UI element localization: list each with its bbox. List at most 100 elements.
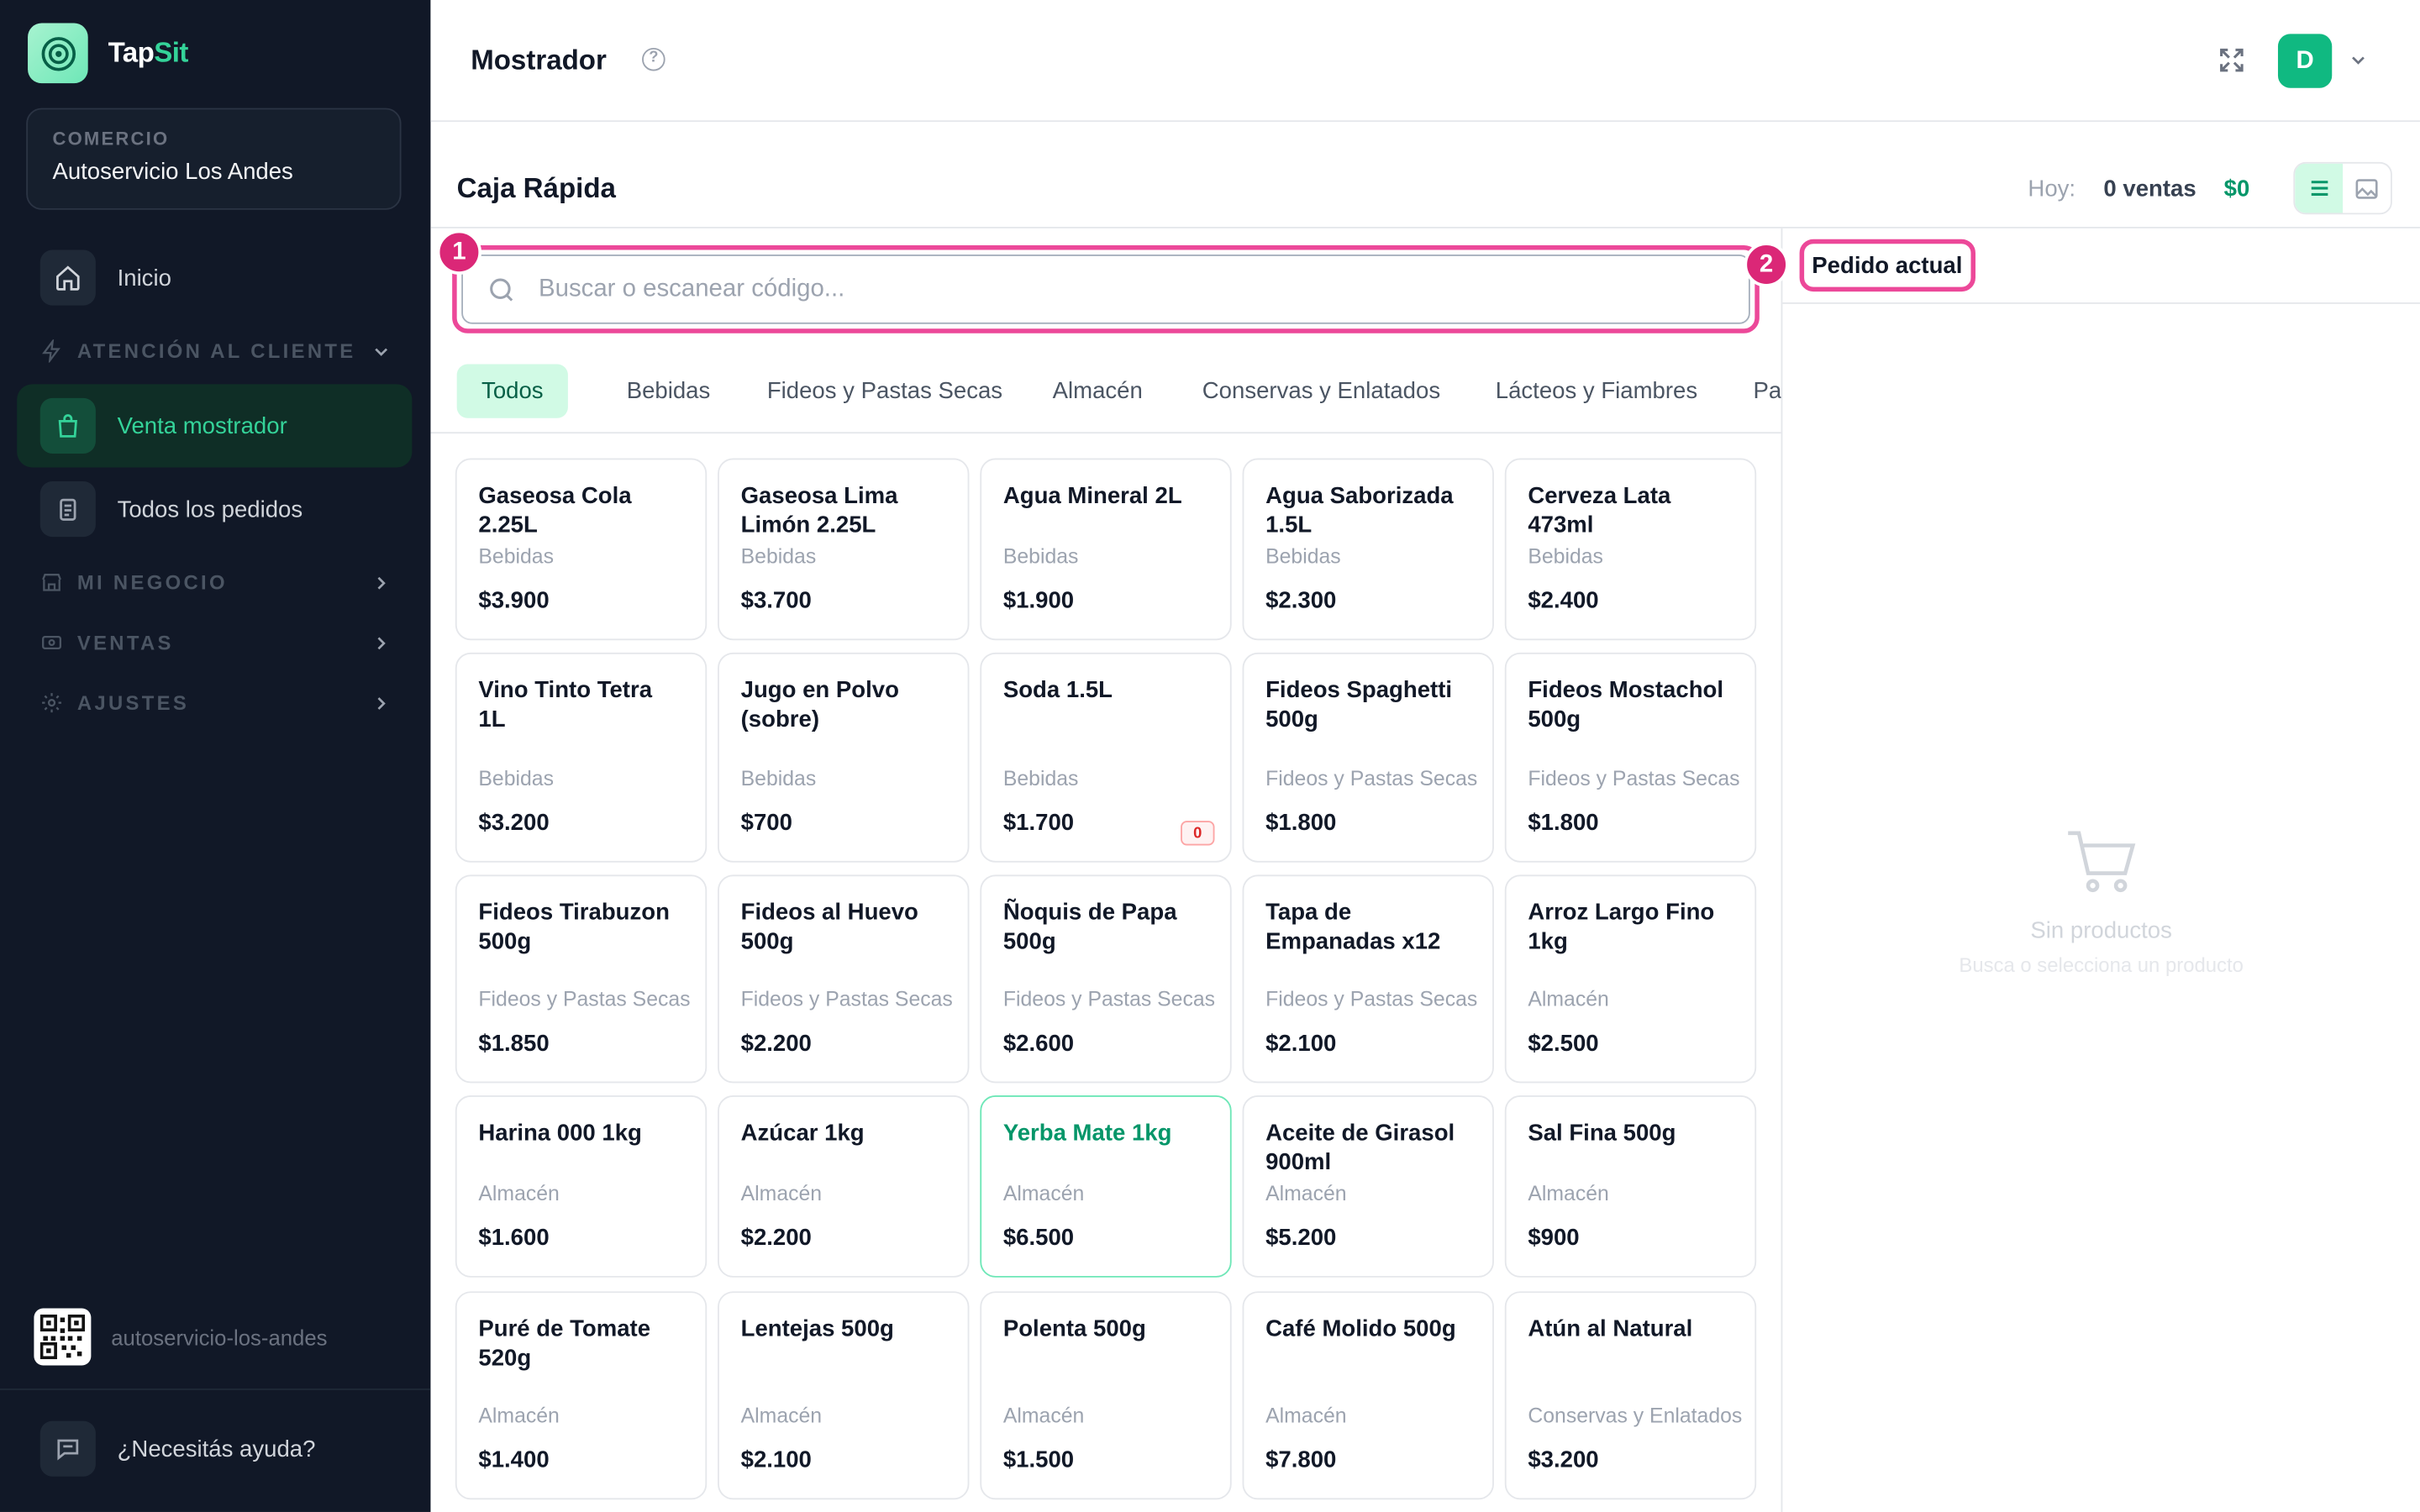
product-price: $3.200 bbox=[1528, 1446, 1599, 1474]
product-category: Fideos y Pastas Secas bbox=[1265, 766, 1478, 790]
brand[interactable]: TapSit bbox=[28, 23, 188, 84]
product-name: Fideos al Huevo 500g bbox=[740, 899, 918, 955]
product-card[interactable]: Puré de Tomate 520g Almacén $1.400 bbox=[455, 1291, 708, 1500]
product-card[interactable]: Fideos al Huevo 500g Fideos y Pastas Seca… bbox=[718, 874, 970, 1084]
product-card[interactable]: Fideos Tirabuzon 500g Fideos y Pastas Sec… bbox=[455, 874, 708, 1084]
category-tab[interactable]: Conservas y Enlatados bbox=[1177, 364, 1465, 417]
product-category: Almacén bbox=[478, 1181, 560, 1205]
product-category: Almacén bbox=[1265, 1404, 1347, 1427]
user-menu-chevron[interactable] bbox=[2348, 50, 2370, 79]
product-name: Puré de Tomate 520g bbox=[478, 1315, 651, 1372]
product-name: Agua Mineral 2L bbox=[1002, 482, 1182, 510]
product-card[interactable]: Jugo en Polvo (sobre) Bebidas $700 bbox=[718, 652, 970, 863]
section-ajustes[interactable]: AJUSTES bbox=[40, 690, 392, 715]
product-card[interactable]: Gaseosa Cola 2.25L Bebidas $3.900 bbox=[455, 458, 708, 641]
section-label: AJUSTES bbox=[76, 690, 190, 715]
product-name: Yerba Mate 1kg bbox=[1002, 1120, 1172, 1147]
product-category: Fideos y Pastas Secas bbox=[1265, 987, 1478, 1011]
product-card[interactable]: Arroz Largo Fino 1kg Almacén $2.500 bbox=[1504, 874, 1757, 1084]
store-name: Autoservicio Los Andes bbox=[52, 159, 293, 186]
list-view-button[interactable] bbox=[2295, 163, 2344, 213]
product-card[interactable]: Café Molido 500g Almacén $7.800 bbox=[1242, 1291, 1494, 1500]
product-price: $5.200 bbox=[1265, 1225, 1337, 1252]
caja-title: Caja Rápida bbox=[456, 172, 616, 204]
expand-icon bbox=[2220, 48, 2244, 72]
search-box[interactable] bbox=[461, 255, 1750, 324]
section-ventas[interactable]: VENTAS bbox=[40, 631, 392, 654]
section-atencion-cliente[interactable]: ATENCIÓN AL CLIENTE bbox=[40, 339, 392, 363]
category-tab[interactable]: Lácteos y Fiambres bbox=[1470, 364, 1722, 417]
store-selector[interactable]: COMERCIO Autoservicio Los Andes bbox=[26, 108, 402, 210]
product-name: Arroz Largo Fino 1kg bbox=[1528, 899, 1715, 955]
sidebar-item-todos-pedidos[interactable]: Todos los pedidos bbox=[17, 468, 412, 551]
product-card[interactable]: Fideos Spaghetti 500g Fideos y Pastas Sec… bbox=[1242, 652, 1494, 863]
product-name: Ñoquis de Papa 500g bbox=[1002, 899, 1177, 955]
avatar[interactable]: D bbox=[2277, 34, 2333, 88]
product-card[interactable]: Cerveza Lata 473ml Bebidas $2.400 bbox=[1504, 458, 1757, 641]
product-card[interactable]: Sal Fina 500g Almacén $900 bbox=[1504, 1095, 1757, 1278]
image-view-button[interactable] bbox=[2343, 164, 2391, 213]
product-card[interactable]: Fideos Mostachol 500g Fideos y Pastas Sec… bbox=[1504, 652, 1757, 863]
product-category: Bebidas bbox=[478, 766, 555, 790]
sidebar-item-venta-mostrador[interactable]: Venta mostrador bbox=[17, 384, 413, 468]
product-card[interactable]: Tapa de Empanadas x12 Fideos y Pastas Sec… bbox=[1242, 874, 1494, 1084]
product-panel: 1 TodosBebidasFideos y Pastas SecasAlmac… bbox=[430, 228, 1783, 1512]
product-price: $2.500 bbox=[1528, 1030, 1599, 1058]
product-card[interactable]: Yerba Mate 1kg Almacén $6.500 bbox=[980, 1095, 1232, 1278]
product-category: Fideos y Pastas Secas bbox=[1528, 766, 1740, 790]
product-card[interactable]: Azúcar 1kg Almacén $2.200 bbox=[718, 1095, 970, 1278]
sidebar-item-inicio[interactable]: Inicio bbox=[17, 236, 412, 319]
empty-order-state: Sin productos Busca o selecciona un prod… bbox=[1782, 827, 2420, 977]
view-toggle bbox=[2293, 161, 2392, 215]
sidebar: TapSit COMERCIO Autoservicio Los Andes I… bbox=[0, 0, 431, 1512]
product-card[interactable]: Harina 000 1kg Almacén $1.600 bbox=[455, 1095, 708, 1278]
product-name: Azúcar 1kg bbox=[740, 1120, 865, 1147]
product-card[interactable]: Soda 1.5L Bebidas $1.700 0 bbox=[980, 652, 1232, 863]
product-card[interactable]: Vino Tinto Tetra 1L Bebidas $3.200 bbox=[455, 652, 708, 863]
product-category: Bebidas bbox=[1002, 544, 1079, 568]
product-card[interactable]: Aceite de Girasol 900ml Almacén $5.200 bbox=[1242, 1095, 1494, 1278]
product-card[interactable]: Agua Saborizada 1.5L Bebidas $2.300 bbox=[1242, 458, 1494, 641]
product-name: Cerveza Lata 473ml bbox=[1528, 482, 1671, 539]
search-highlight bbox=[452, 245, 1760, 333]
product-name: Lentejas 500g bbox=[740, 1315, 894, 1342]
category-tab[interactable]: Todos bbox=[456, 364, 568, 418]
category-tab[interactable]: Bebidas bbox=[602, 364, 734, 417]
help-button[interactable]: ¿Necesitás ayuda? bbox=[39, 1420, 315, 1477]
today-sales-count: 0 ventas bbox=[2103, 176, 2196, 202]
product-name: Gaseosa Lima Limón 2.25L bbox=[740, 482, 898, 539]
product-card[interactable]: Agua Mineral 2L Bebidas $1.900 bbox=[980, 458, 1232, 641]
tapsit-logo-icon bbox=[28, 23, 88, 84]
help-circle-icon[interactable]: ? bbox=[642, 47, 666, 71]
product-name: Fideos Tirabuzon 500g bbox=[478, 899, 670, 955]
category-tab[interactable]: Almacén bbox=[1028, 364, 1167, 417]
category-tab[interactable]: Panif bbox=[1728, 364, 1781, 417]
fullscreen-button[interactable] bbox=[2217, 45, 2248, 83]
product-price: $3.900 bbox=[478, 587, 550, 615]
store-slug: autoservicio-los-andes bbox=[111, 1324, 328, 1350]
product-name: Vino Tinto Tetra 1L bbox=[478, 677, 653, 733]
product-category: Fideos y Pastas Secas bbox=[478, 987, 691, 1011]
product-category: Almacén bbox=[1528, 1181, 1609, 1205]
product-card[interactable]: Polenta 500g Almacén $1.500 bbox=[980, 1291, 1232, 1500]
product-price: $1.800 bbox=[1265, 810, 1337, 837]
product-card[interactable]: Lentejas 500g Almacén $2.100 bbox=[718, 1291, 970, 1500]
annotation-marker-2: 2 bbox=[1744, 242, 1789, 287]
sidebar-item-label: Venta mostrador bbox=[117, 412, 287, 439]
store-qr-link[interactable]: autoservicio-los-andes bbox=[34, 1308, 328, 1366]
empty-subtitle: Busca o selecciona un producto bbox=[1959, 953, 2244, 977]
product-category: Bebidas bbox=[1002, 766, 1079, 790]
section-mi-negocio[interactable]: MI NEGOCIO bbox=[40, 571, 392, 594]
product-card[interactable]: Ñoquis de Papa 500g Fideos y Pastas Secas… bbox=[980, 874, 1232, 1084]
product-card[interactable]: Gaseosa Lima Limón 2.25L Bebidas $3.700 bbox=[718, 458, 970, 641]
product-card[interactable]: Atún al Natural Conservas y Enlatados $3.2… bbox=[1504, 1291, 1757, 1500]
tab-pedido-actual[interactable]: Pedido actual bbox=[1812, 252, 1962, 278]
order-panel: 2 Pedido actual Sin productos Busca o se… bbox=[1744, 228, 2420, 1512]
product-price: $2.200 bbox=[740, 1030, 812, 1058]
caja-header: Caja Rápida Hoy: 0 ventas $0 bbox=[430, 122, 2420, 228]
category-tab[interactable]: Fideos y Pastas Secas bbox=[742, 364, 1027, 417]
qr-code-icon bbox=[34, 1308, 92, 1366]
product-category: Bebidas bbox=[1528, 544, 1603, 568]
search-input[interactable] bbox=[539, 275, 1712, 303]
clipboard-icon bbox=[39, 481, 96, 538]
